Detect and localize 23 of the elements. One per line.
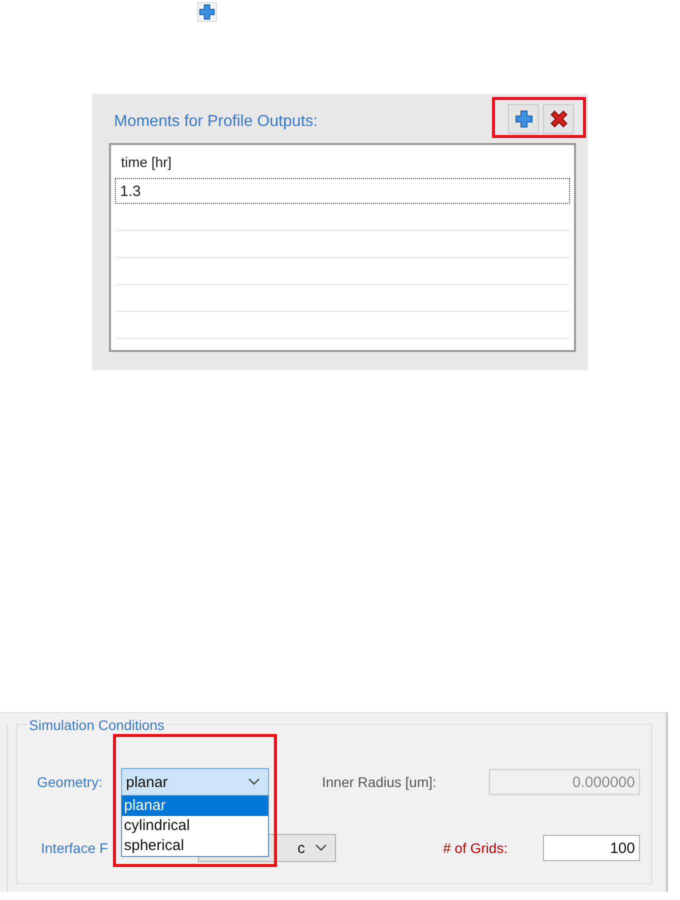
grids-field[interactable]: 100	[543, 835, 640, 861]
column-header: time [hr]	[121, 154, 172, 170]
field-label: Geometry:	[37, 774, 104, 790]
plus-icon	[515, 110, 532, 128]
plus-icon	[199, 4, 215, 20]
table-row[interactable]: 1.3	[115, 178, 570, 204]
dropdown-value: planar	[126, 774, 168, 790]
table-cell: 1.3	[120, 182, 141, 200]
delete-button[interactable]	[543, 104, 574, 134]
chevron-icon	[315, 844, 327, 852]
field-label: # of Grids:	[443, 840, 509, 856]
field-label: Interface F	[41, 840, 109, 856]
add-button[interactable]	[197, 2, 217, 22]
dropdown-option[interactable]: cylindrical	[122, 816, 268, 836]
add-button[interactable]	[508, 104, 539, 134]
chevron-icon	[248, 778, 260, 786]
dropdown-value: c	[298, 840, 305, 856]
field-label: Inner Radius [um]:	[322, 774, 438, 790]
group-title: Simulation Conditions	[27, 717, 166, 733]
panel-title: Moments for Profile Outputs:	[114, 112, 319, 130]
dropdown-option[interactable]: planar	[122, 796, 268, 816]
dropdown-option[interactable]: spherical	[122, 836, 268, 856]
delete-icon	[550, 110, 567, 128]
